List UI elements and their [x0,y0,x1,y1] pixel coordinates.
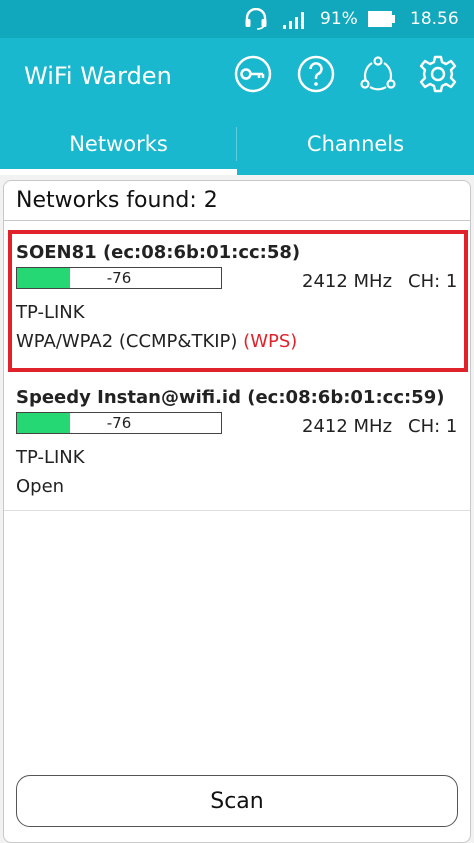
tab-selected-indicator [0,169,237,175]
network-ssid: SOEN81 (ec:08:6b:01:cc:58) [16,242,301,263]
signal-strength-bar: -76 [16,267,222,289]
tab-networks[interactable]: Networks [0,113,237,175]
scan-button[interactable]: Scan [16,775,458,827]
network-ssid: Speedy Instan@wifi.id (ec:08:6b:01:cc:59… [16,387,445,408]
signal-strength-bar: -76 [16,412,222,434]
network-frequency: 2412 MHz [302,416,393,437]
network-channel: CH: 1 [408,271,458,292]
app-bar: WiFi Warden [0,38,474,113]
status-bar: 91% 18.56 [0,0,474,38]
key-icon[interactable] [233,54,273,94]
network-security: Open [16,476,64,497]
cell-signal-icon [283,12,304,29]
networks-found-header: Networks found: 2 [16,188,218,213]
headset-icon [245,8,267,30]
divider [4,220,470,221]
network-list-item[interactable]: SOEN81 (ec:08:6b:01:cc:58) -76 2412 MHz … [8,230,468,372]
signal-dbm: -76 [106,269,132,287]
network-security: WPA/WPA2 (CCMP&TKIP) (WPS) [16,331,297,352]
tab-channels[interactable]: Channels [237,113,474,175]
wps-badge: (WPS) [243,331,298,352]
tab-bar: Networks Channels [0,113,474,175]
tab-networks-label: Networks [69,132,168,156]
network-list-item[interactable]: Speedy Instan@wifi.id (ec:08:6b:01:cc:59… [4,377,470,511]
tab-channels-label: Channels [306,132,405,156]
help-icon[interactable] [296,54,336,94]
battery-icon [368,11,395,27]
network-vendor: TP-LINK [16,447,85,468]
security-type: Open [16,476,65,497]
settings-icon[interactable] [418,54,458,94]
network-vendor: TP-LINK [16,302,85,323]
network-channel: CH: 1 [408,416,458,437]
app-title: WiFi Warden [24,62,172,90]
signal-dbm: -76 [106,414,132,432]
divider [4,510,470,511]
tab-divider [236,127,237,161]
security-type: WPA/WPA2 (CCMP&TKIP) [16,331,238,352]
network-frequency: 2412 MHz [302,271,393,292]
clock: 18.56 [410,9,459,29]
share-icon[interactable] [358,54,398,94]
battery-percent: 91% [320,9,358,29]
networks-panel: Networks found: 2 SOEN81 (ec:08:6b:01:cc… [3,180,471,843]
